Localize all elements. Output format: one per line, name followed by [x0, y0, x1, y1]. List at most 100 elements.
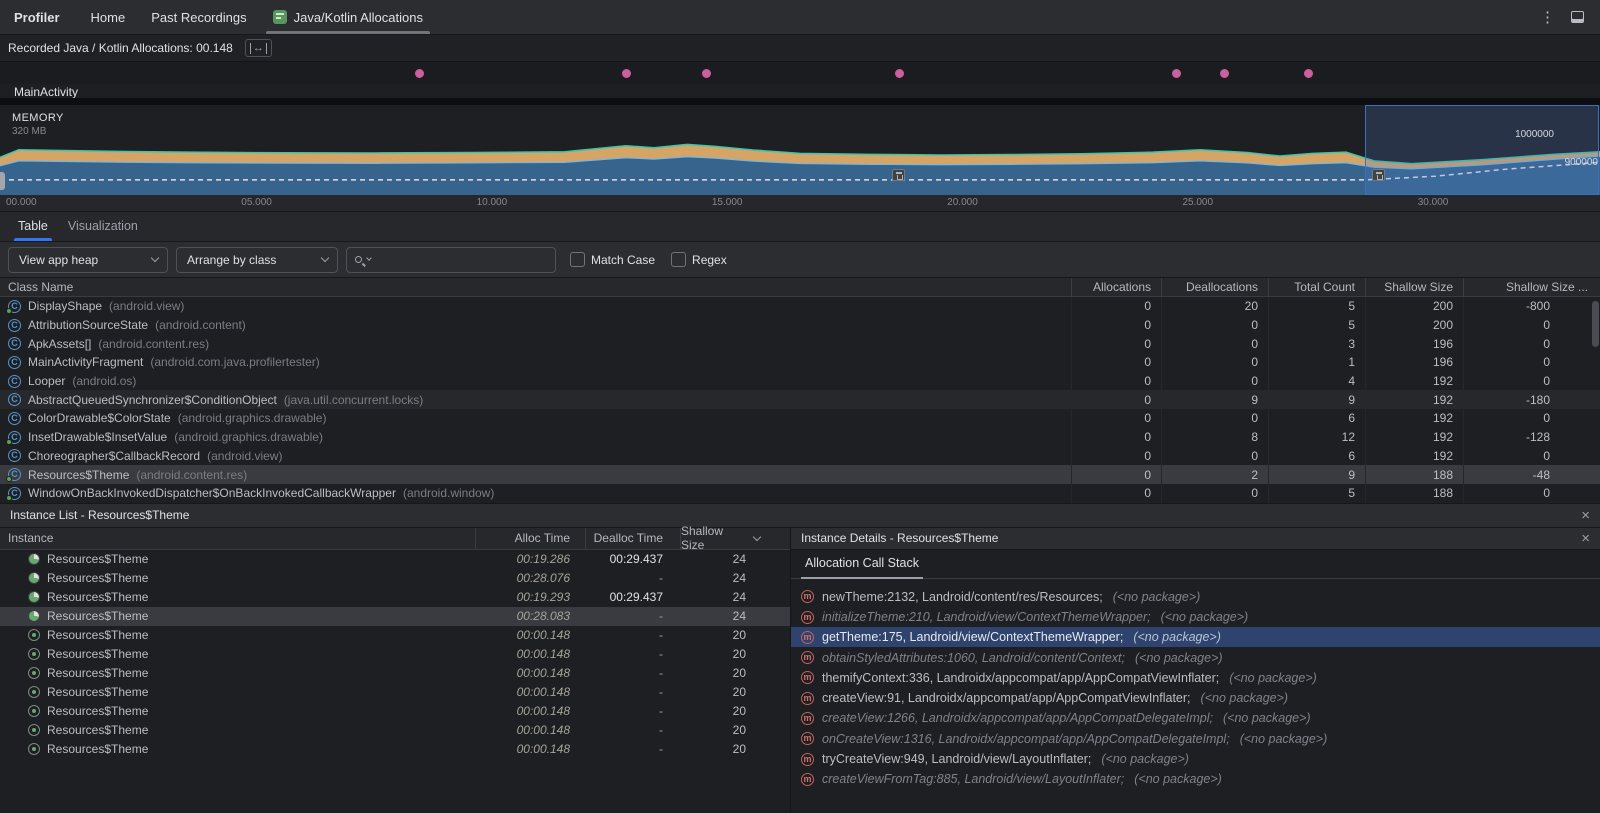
allocation-event-dot[interactable]	[1304, 69, 1313, 78]
tab-table[interactable]: Table	[8, 211, 58, 241]
class-row[interactable]: CAbstractQueuedSynchronizer$ConditionObj…	[0, 390, 1600, 409]
memory-chart[interactable]: MEMORY 320 MB 1000000 900000	[0, 105, 1600, 195]
instance-name: Resources$Theme	[47, 552, 148, 566]
instance-name-cell: Resources$Theme	[0, 571, 475, 585]
call-stack-frame[interactable]: mnewTheme:2132, Landroid/content/res/Res…	[791, 587, 1600, 607]
allocation-event-dot[interactable]	[1220, 69, 1229, 78]
call-stack-frame[interactable]: mcreateView:1266, Landroidx/appcompat/ap…	[791, 708, 1600, 728]
column-header-allocations[interactable]: Allocations	[1071, 278, 1161, 296]
tab-past-recordings[interactable]: Past Recordings	[138, 0, 259, 34]
heap-dropdown[interactable]: View app heap	[8, 247, 168, 273]
allocation-event-dot[interactable]	[415, 69, 424, 78]
class-row[interactable]: CChoreographer$CallbackRecord(android.vi…	[0, 447, 1600, 466]
allocations-cell: 0	[1071, 316, 1161, 335]
class-row[interactable]: CDisplayShape(android.view)0205200-800	[0, 297, 1600, 316]
event-markers-strip[interactable]	[0, 62, 1600, 84]
call-stack-frame[interactable]: mobtainStyledAttributes:1060, Landroid/c…	[791, 647, 1600, 667]
column-header-alloc-time[interactable]: Alloc Time	[475, 528, 585, 549]
class-row[interactable]: CApkAssets[](android.content.res)0031960	[0, 334, 1600, 353]
column-header-shallow-size[interactable]: Shallow Size	[680, 528, 790, 549]
shallow-size-cell: 200	[1365, 316, 1463, 335]
column-header-dealloc-time[interactable]: Dealloc Time	[585, 528, 680, 549]
class-row[interactable]: CAttributionSourceState(android.content)…	[0, 316, 1600, 335]
call-stack-frame[interactable]: mgetTheme:175, Landroid/view/ContextThem…	[791, 627, 1600, 647]
class-row[interactable]: CColorDrawable$ColorState(android.graphi…	[0, 409, 1600, 428]
call-stack-frame[interactable]: mtryCreateView:949, Landroid/view/Layout…	[791, 749, 1600, 769]
call-stack-frame[interactable]: minitializeTheme:210, Landroid/view/Cont…	[791, 607, 1600, 627]
zoom-to-fit-button[interactable]: ↔	[245, 39, 272, 57]
allocation-event-dot[interactable]	[1172, 69, 1181, 78]
allocation-event-dot[interactable]	[702, 69, 711, 78]
search-box[interactable]	[346, 247, 556, 273]
instance-row[interactable]: Resources$Theme00:19.28600:29.43724	[0, 550, 790, 569]
search-input[interactable]	[376, 253, 547, 267]
memory-chart-svg[interactable]	[0, 105, 1600, 195]
instance-row[interactable]: Resources$Theme00:00.148-20	[0, 664, 790, 683]
thread-activity-bar	[0, 98, 1600, 105]
class-row[interactable]: CResources$Theme(android.content.res)029…	[0, 465, 1600, 484]
chart-resize-handle[interactable]	[0, 172, 5, 190]
regex-checkbox[interactable]: Regex	[671, 252, 727, 267]
tab-home[interactable]: Home	[78, 0, 139, 34]
instance-row[interactable]: Resources$Theme00:00.148-20	[0, 683, 790, 702]
column-header-instance[interactable]: Instance	[0, 531, 475, 545]
call-stack-frame[interactable]: mcreateView:91, Landroidx/appcompat/app/…	[791, 688, 1600, 708]
instance-icon	[28, 648, 40, 660]
regex-checkbox-box[interactable]	[671, 252, 686, 267]
allocation-event-dot[interactable]	[622, 69, 631, 78]
instance-name-cell: Resources$Theme	[0, 647, 475, 661]
instance-row[interactable]: Resources$Theme00:19.29300:29.43724	[0, 588, 790, 607]
instance-row[interactable]: Resources$Theme00:00.148-20	[0, 645, 790, 664]
tab-java-kotlin-allocations[interactable]: Java/Kotlin Allocations	[260, 0, 436, 34]
class-icon: C	[8, 356, 21, 369]
deallocations-cell: 0	[1161, 372, 1268, 391]
tab-visualization[interactable]: Visualization	[58, 211, 148, 241]
arrange-dropdown[interactable]: Arrange by class	[176, 247, 338, 273]
instance-name-cell: Resources$Theme	[0, 666, 475, 680]
total-count-cell: 5	[1268, 297, 1365, 316]
match-case-checkbox-box[interactable]	[570, 252, 585, 267]
kebab-menu-icon[interactable]: ⋮	[1540, 10, 1555, 25]
class-row[interactable]: CInsetDrawable$InsetValue(android.graphi…	[0, 428, 1600, 447]
tab-allocation-call-stack[interactable]: Allocation Call Stack	[801, 549, 923, 578]
shallow-size-change-cell: -128	[1463, 428, 1600, 447]
search-options-chevron-icon[interactable]	[366, 255, 372, 261]
frame-package: (<no package>)	[1133, 630, 1221, 644]
search-icon	[355, 256, 362, 263]
instance-row[interactable]: Resources$Theme00:28.076-24	[0, 569, 790, 588]
window-layout-icon[interactable]	[1571, 11, 1584, 23]
call-stack-frame[interactable]: monCreateView:1316, Landroidx/appcompat/…	[791, 729, 1600, 749]
close-instance-details-icon[interactable]: ×	[1581, 531, 1590, 546]
instance-name-cell: Resources$Theme	[0, 723, 475, 737]
column-header-deallocations[interactable]: Deallocations	[1161, 278, 1268, 296]
timeline-selection[interactable]	[1365, 105, 1599, 195]
class-row[interactable]: CLooper(android.os)0041920	[0, 372, 1600, 391]
memory-max-label: 320 MB	[12, 126, 46, 137]
allocations-cell: 0	[1071, 372, 1161, 391]
class-table-scrollbar[interactable]	[1592, 301, 1599, 347]
instance-row[interactable]: Resources$Theme00:00.148-20	[0, 740, 790, 759]
dealloc-time-cell: 00:29.437	[585, 550, 680, 569]
class-row[interactable]: CWindowOnBackInvokedDispatcher$OnBackInv…	[0, 484, 1600, 503]
shallow-size-cell: 196	[1365, 353, 1463, 372]
column-header-shallow-size[interactable]: Shallow Size	[1365, 278, 1463, 296]
close-instance-list-icon[interactable]: ×	[1581, 508, 1590, 523]
match-case-checkbox[interactable]: Match Case	[570, 252, 655, 267]
frame-method: getTheme:175, Landroid/view/ContextTheme…	[822, 630, 1123, 644]
column-header-total-count[interactable]: Total Count	[1268, 278, 1365, 296]
instance-row[interactable]: Resources$Theme00:00.148-20	[0, 702, 790, 721]
arrange-dropdown-value: Arrange by class	[187, 253, 276, 267]
column-header-shallow-size[interactable]: Shallow Size ...	[1463, 278, 1600, 296]
call-stack-frame[interactable]: mcreateViewFromTag:885, Landroid/view/La…	[791, 769, 1600, 789]
shallow-size-change-cell: -800	[1463, 297, 1600, 316]
class-row[interactable]: CMainActivityFragment(android.com.java.p…	[0, 353, 1600, 372]
instance-row[interactable]: Resources$Theme00:28.083-24	[0, 607, 790, 626]
instance-row[interactable]: Resources$Theme00:00.148-20	[0, 721, 790, 740]
instance-row[interactable]: Resources$Theme00:00.148-20	[0, 626, 790, 645]
instance-details-title: Instance Details - Resources$Theme	[801, 531, 998, 545]
shallow-size-cell: 192	[1365, 447, 1463, 466]
instance-name: Resources$Theme	[47, 723, 148, 737]
allocation-event-dot[interactable]	[895, 69, 904, 78]
call-stack-frame[interactable]: mthemifyContext:336, Landroidx/appcompat…	[791, 668, 1600, 688]
column-header-class-name[interactable]: Class Name	[0, 280, 1071, 294]
